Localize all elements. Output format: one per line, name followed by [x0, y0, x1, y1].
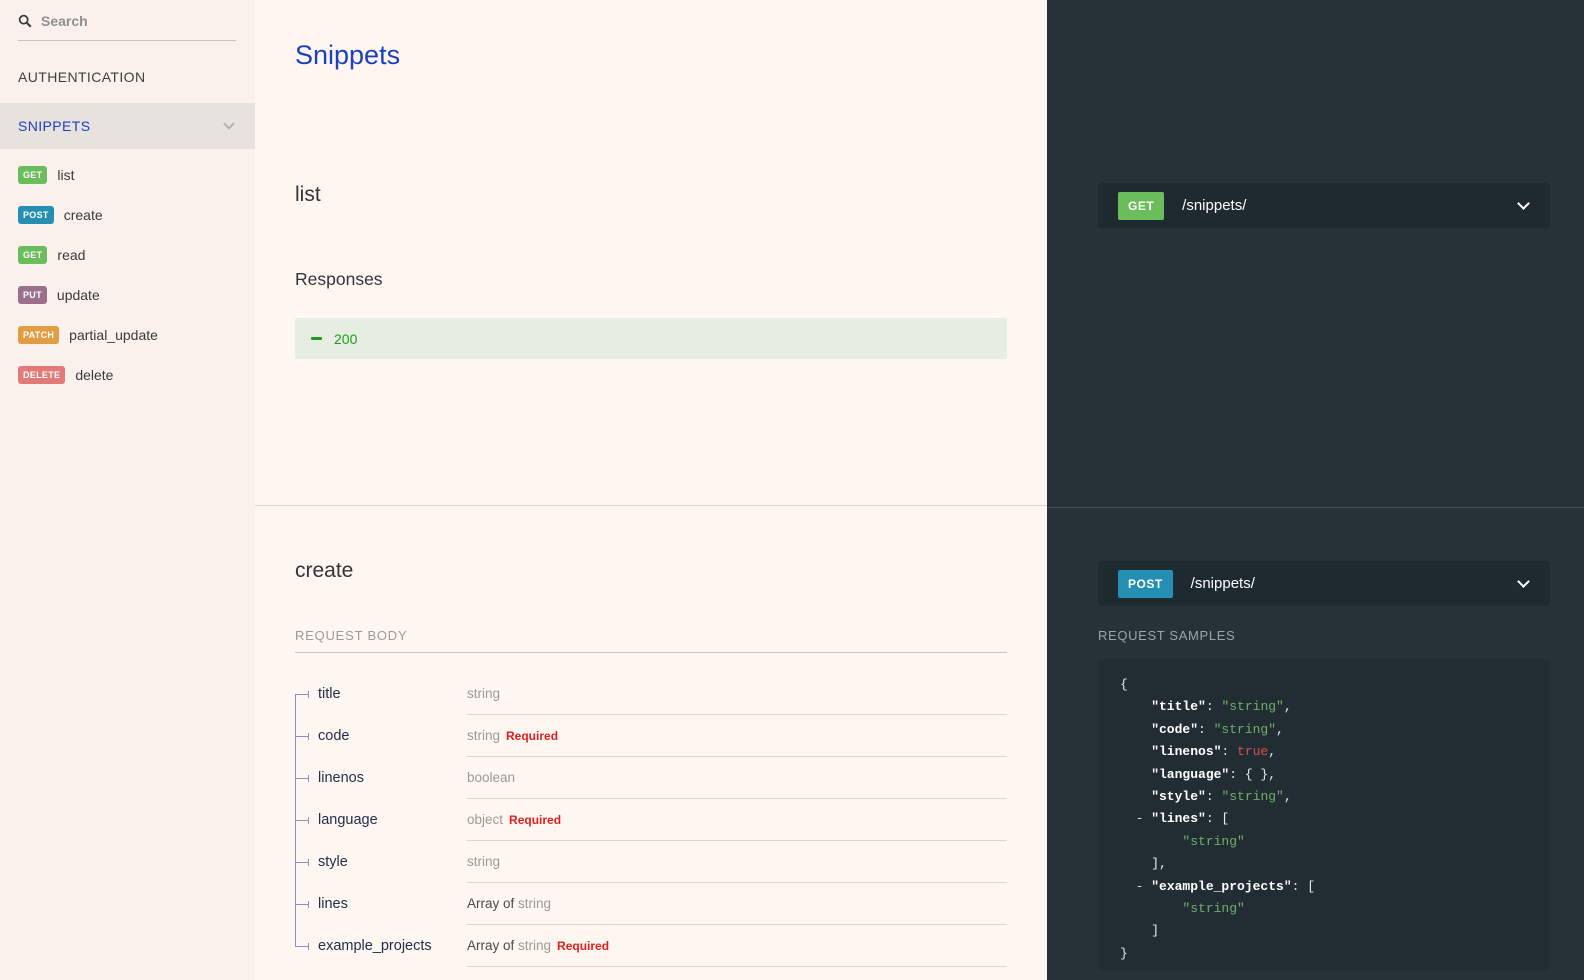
method-badge: GET: [18, 246, 47, 264]
operation-label: update: [57, 287, 100, 303]
code-line: {: [1120, 674, 1550, 696]
field-row: languageobjectRequired: [295, 811, 1007, 841]
code-line: "code": "string",: [1120, 719, 1550, 741]
collapse-dash-icon: [311, 337, 322, 340]
operation-label: partial_update: [69, 327, 158, 343]
sidebar-item-authentication[interactable]: AUTHENTICATION: [0, 60, 255, 94]
required-badge: Required: [557, 939, 609, 953]
operation-label: read: [57, 247, 85, 263]
list-operation-section: Snippets list Responses 200: [255, 0, 1047, 506]
code-line: ]: [1120, 920, 1550, 942]
field-row: example_projectsArray of stringRequired: [295, 937, 1007, 967]
method-badge: PUT: [18, 286, 47, 304]
response-code: 200: [334, 331, 357, 347]
create-operation-section: create REQUEST BODY titlestringcodestrin…: [255, 558, 1047, 967]
method-badge: GET: [1118, 192, 1164, 220]
collapse-toggle[interactable]: -: [1120, 879, 1151, 894]
endpoint-bar-get[interactable]: GET /snippets/: [1098, 183, 1550, 228]
field-type: Array of stringRequired: [467, 937, 1007, 967]
fields-table: titlestringcodestringRequiredlinenosbool…: [295, 685, 1007, 967]
search-placeholder: Search: [41, 13, 88, 29]
method-badge: DELETE: [18, 366, 65, 384]
code-line: - "lines": [: [1120, 808, 1550, 830]
search-icon: [18, 14, 32, 28]
chevron-down-icon: [1517, 197, 1530, 210]
field-name: language: [309, 811, 467, 829]
operations-list: GET list POST create GET read PUT update PATCH pa…: [0, 155, 255, 395]
required-badge: Required: [506, 729, 558, 743]
code-line: - "example_projects": [: [1120, 876, 1550, 898]
field-type: boolean: [467, 769, 1007, 799]
panel-divider: [1047, 507, 1584, 508]
code-line: "language": { },: [1120, 764, 1550, 786]
required-badge: Required: [509, 813, 561, 827]
method-badge: GET: [18, 166, 47, 184]
operation-label: list: [57, 167, 74, 183]
field-row: linenosboolean: [295, 769, 1007, 799]
tree-connector: [295, 778, 309, 779]
tree-connector: [295, 820, 309, 821]
right-panel: GET /snippets/ POST /snippets/ REQUEST S…: [1047, 0, 1584, 980]
field-name: title: [309, 685, 467, 703]
collapse-toggle[interactable]: -: [1120, 811, 1151, 826]
field-type: string: [467, 853, 1007, 883]
code-line: }: [1120, 943, 1550, 965]
sidebar-item-update[interactable]: PUT update: [0, 275, 255, 315]
operation-heading-list: list: [295, 182, 1007, 208]
method-badge: POST: [1118, 570, 1173, 598]
field-type: Array of string: [467, 895, 1007, 925]
response-200-row[interactable]: 200: [295, 318, 1007, 359]
tree-connector: [295, 694, 309, 695]
method-badge: POST: [18, 206, 54, 224]
endpoint-bar-post[interactable]: POST /snippets/: [1098, 561, 1550, 606]
sidebar-item-delete[interactable]: DELETE delete: [0, 355, 255, 395]
code-line: "string": [1120, 898, 1550, 920]
field-row: linesArray of string: [295, 895, 1007, 925]
sidebar: Search AUTHENTICATION SNIPPETS GET list PO…: [0, 0, 255, 980]
code-line: "linenos": true,: [1120, 741, 1550, 763]
field-row: titlestring: [295, 685, 1007, 715]
responses-heading: Responses: [295, 268, 1007, 290]
endpoint-path: /snippets/: [1182, 197, 1519, 214]
sidebar-item-read[interactable]: GET read: [0, 235, 255, 275]
code-line: "title": "string",: [1120, 696, 1550, 718]
page-title: Snippets: [295, 0, 1007, 72]
endpoint-path: /snippets/: [1191, 575, 1519, 592]
field-name: code: [309, 727, 467, 745]
operation-heading-create: create: [295, 558, 1007, 584]
request-samples-label: REQUEST SAMPLES: [1098, 628, 1235, 643]
code-line: ],: [1120, 853, 1550, 875]
sidebar-item-list[interactable]: GET list: [0, 155, 255, 195]
operation-label: delete: [75, 367, 113, 383]
method-badge: PATCH: [18, 326, 59, 344]
tree-connector: [295, 904, 309, 905]
field-row: codestringRequired: [295, 727, 1007, 757]
field-type: stringRequired: [467, 727, 1007, 757]
field-name: example_projects: [309, 937, 467, 955]
code-line: "style": "string",: [1120, 786, 1550, 808]
chevron-down-icon: [223, 118, 234, 129]
code-line: "string": [1120, 831, 1550, 853]
chevron-down-icon: [1517, 575, 1530, 588]
field-row: stylestring: [295, 853, 1007, 883]
operation-label: create: [64, 207, 103, 223]
snippets-label: SNIPPETS: [18, 118, 90, 134]
tree-connector: [295, 946, 309, 947]
tree-connector: [295, 736, 309, 737]
field-type: string: [467, 685, 1007, 715]
field-type: objectRequired: [467, 811, 1007, 841]
code-sample-block: { "title": "string", "code": "string", "…: [1098, 659, 1550, 970]
field-name: style: [309, 853, 467, 871]
content-pane: Snippets list Responses 200 create REQUE…: [255, 0, 1047, 980]
tree-connector: [295, 862, 309, 863]
sidebar-item-partial_update[interactable]: PATCH partial_update: [0, 315, 255, 355]
field-name: linenos: [309, 769, 467, 787]
sidebar-item-snippets[interactable]: SNIPPETS: [0, 103, 255, 149]
request-body-label: REQUEST BODY: [295, 628, 1007, 653]
search-input[interactable]: Search: [18, 13, 236, 41]
sidebar-item-create[interactable]: POST create: [0, 195, 255, 235]
field-name: lines: [309, 895, 467, 913]
